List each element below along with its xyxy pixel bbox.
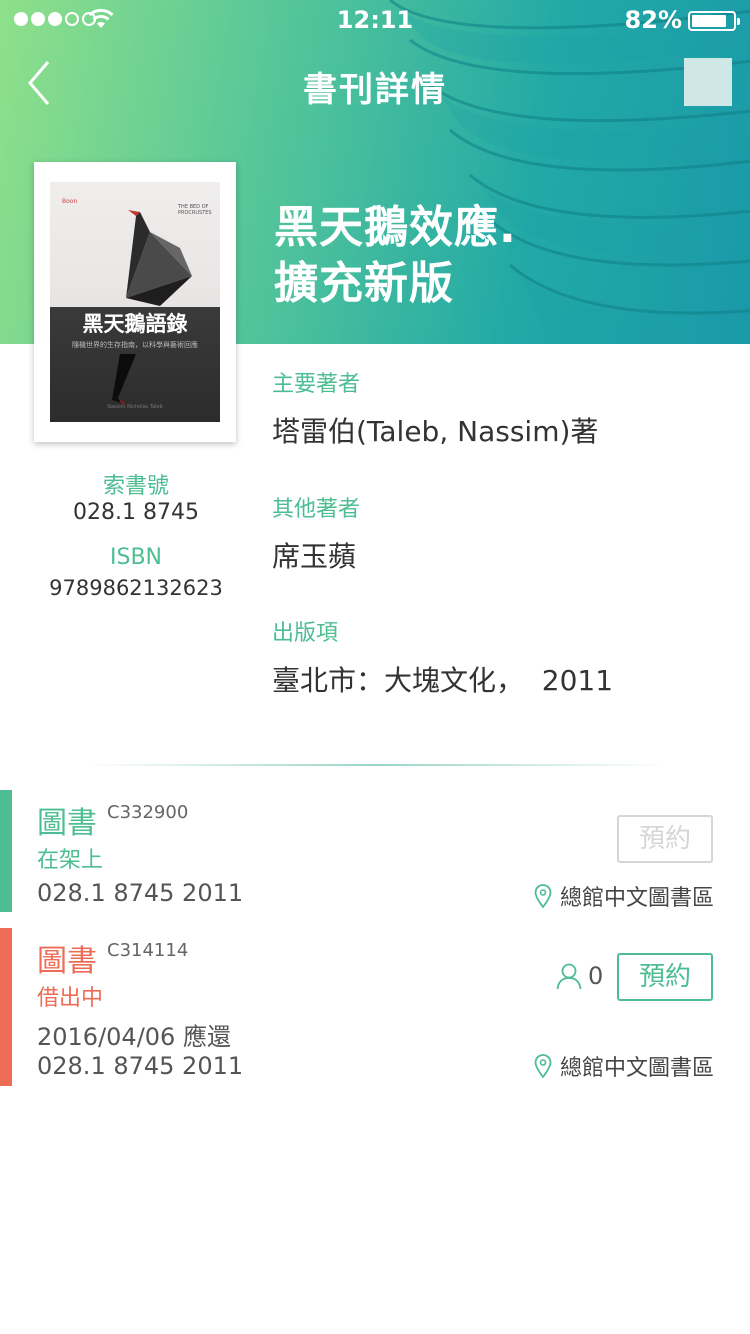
holding-status-bar bbox=[0, 928, 12, 1086]
holding-due-date: 2016/04/06 應還 bbox=[37, 1023, 231, 1051]
holding-location: 總館中文圖書區 bbox=[534, 1050, 714, 1082]
page-title: 書刊詳情 bbox=[303, 70, 447, 110]
holding-status: 在架上 bbox=[37, 848, 104, 873]
other-author-section: 其他著者 席玉蘋 bbox=[272, 491, 732, 575]
holding-item[interactable]: 圖書 C332900 在架上 028.1 8745 2011 預約 總館中文圖書… bbox=[0, 790, 750, 912]
battery-icon bbox=[688, 11, 740, 31]
hold-queue: 0 bbox=[556, 962, 603, 990]
call-number-label: 索書號 bbox=[102, 474, 169, 499]
swan-reflection-icon bbox=[112, 354, 136, 404]
holding-call-number: 028.1 8745 2011 bbox=[37, 879, 244, 907]
cover-subtitle: 隨機世界的生存指南，以科學與藝術回應 bbox=[72, 341, 198, 349]
book-title: 黑天鵝效應. 擴充新版 bbox=[274, 200, 734, 312]
book-cover-card: Boon THE BED OF PROCRUSTES 黑天鵝語錄 隨機世界的生存… bbox=[34, 162, 236, 442]
cover-publisher-mark: Boon bbox=[62, 198, 78, 205]
book-title-line-2: 擴充新版 bbox=[274, 258, 454, 309]
call-number-value: 028.1 8745 bbox=[73, 500, 199, 525]
holding-status: 借出中 bbox=[37, 986, 104, 1011]
holding-barcode: C332900 bbox=[107, 802, 189, 823]
other-author-value: 席玉蘋 bbox=[272, 540, 357, 573]
holding-call-number: 028.1 8745 2011 bbox=[37, 1052, 244, 1080]
publication-value: 臺北市：大塊文化， 2011 bbox=[272, 664, 614, 697]
section-divider bbox=[86, 764, 666, 766]
status-bar: 12:11 82% bbox=[0, 0, 750, 40]
main-author-value: 塔雷伯(Taleb, Nassim)著 bbox=[272, 415, 599, 448]
isbn-label: ISBN bbox=[109, 545, 162, 570]
publication-section: 出版項 臺北市：大塊文化， 2011 bbox=[272, 615, 732, 699]
cover-title: 黑天鵝語錄 bbox=[82, 311, 188, 336]
holding-status-bar bbox=[0, 790, 12, 912]
swan-origami-icon bbox=[126, 210, 192, 306]
reserve-button[interactable]: 預約 bbox=[617, 953, 713, 1001]
holding-barcode: C314114 bbox=[107, 940, 189, 961]
nav-action-button[interactable] bbox=[684, 58, 732, 106]
isbn-value: 9789862132623 bbox=[49, 576, 223, 600]
holding-location: 總館中文圖書區 bbox=[534, 880, 714, 912]
holding-type: 圖書 bbox=[37, 944, 97, 979]
book-cover-image: Boon THE BED OF PROCRUSTES 黑天鵝語錄 隨機世界的生存… bbox=[50, 182, 220, 422]
publication-label: 出版項 bbox=[272, 621, 339, 646]
main-author-label: 主要著者 bbox=[272, 372, 361, 397]
holding-location-text: 總館中文圖書區 bbox=[559, 1056, 714, 1081]
battery-percentage: 82% bbox=[624, 6, 682, 34]
book-title-line-1: 黑天鵝效應. bbox=[274, 202, 517, 253]
holding-location-text: 總館中文圖書區 bbox=[559, 886, 714, 911]
reserve-button-disabled[interactable]: 預約 bbox=[617, 815, 713, 863]
cover-author: Nassim Nicholas Taleb bbox=[107, 404, 163, 410]
holding-type: 圖書 bbox=[37, 806, 97, 841]
hold-queue-count: 0 bbox=[588, 962, 604, 990]
user-icon bbox=[556, 963, 582, 990]
location-pin-icon bbox=[534, 1054, 552, 1078]
other-author-label: 其他著者 bbox=[272, 497, 361, 522]
location-pin-icon bbox=[534, 884, 552, 908]
main-author-section: 主要著者 塔雷伯(Taleb, Nassim)著 bbox=[272, 366, 732, 450]
holding-item[interactable]: 圖書 C314114 借出中 2016/04/06 應還 028.1 8745 … bbox=[0, 928, 750, 1086]
